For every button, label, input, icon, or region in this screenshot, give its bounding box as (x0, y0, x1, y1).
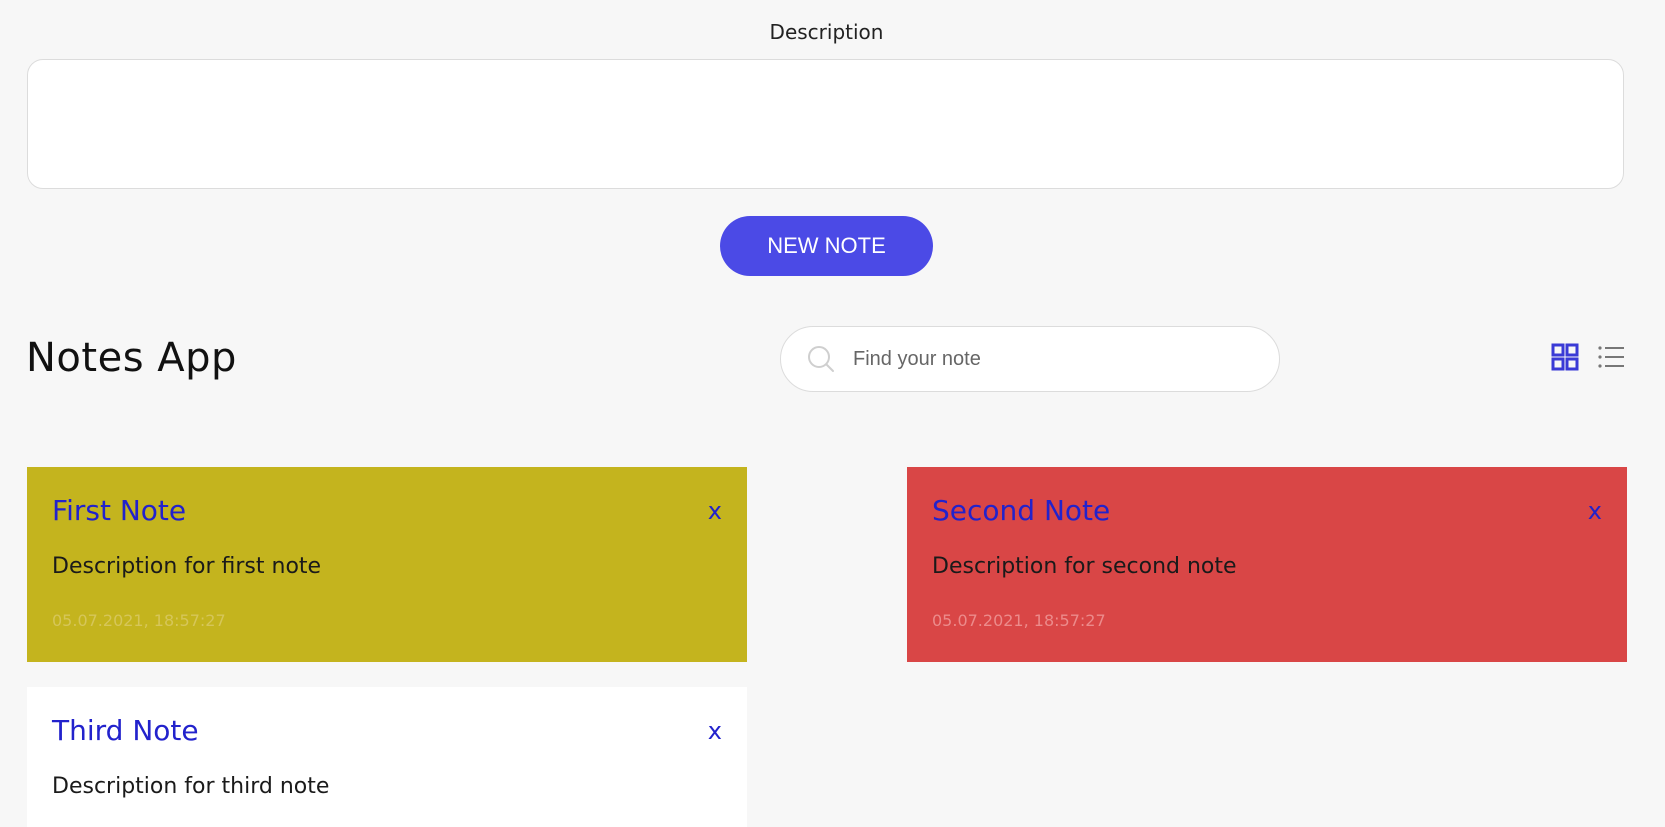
note-close-button[interactable]: x (708, 499, 722, 523)
note-title: Third Note (52, 714, 199, 747)
search-box (780, 326, 1280, 392)
list-view-toggle[interactable] (1596, 344, 1626, 374)
note-close-button[interactable]: x (1588, 499, 1602, 523)
search-input[interactable] (851, 346, 1255, 372)
description-field[interactable] (27, 59, 1624, 189)
note-card-second: Second Note x Description for second not… (907, 467, 1627, 662)
list-view-icon (1597, 343, 1625, 375)
note-date: 05.07.2021, 18:57:27 (932, 611, 1106, 630)
note-close-button[interactable]: x (708, 719, 722, 743)
note-title: Second Note (932, 494, 1111, 527)
page-title: Notes App (26, 335, 237, 381)
note-card-first: First Note x Description for first note … (27, 467, 747, 662)
note-description: Description for third note (52, 774, 330, 799)
note-description: Description for first note (52, 554, 322, 579)
note-card-third: Third Note x Description for third note (27, 687, 747, 827)
description-label: Description (769, 20, 884, 44)
grid-view-toggle[interactable] (1550, 343, 1580, 375)
note-description: Description for second note (932, 554, 1237, 579)
note-title: First Note (52, 494, 187, 527)
search-icon (799, 337, 843, 381)
new-note-button[interactable]: NEW NOTE (720, 216, 933, 276)
note-date: 05.07.2021, 18:57:27 (52, 611, 226, 630)
grid-view-icon (1551, 343, 1579, 375)
